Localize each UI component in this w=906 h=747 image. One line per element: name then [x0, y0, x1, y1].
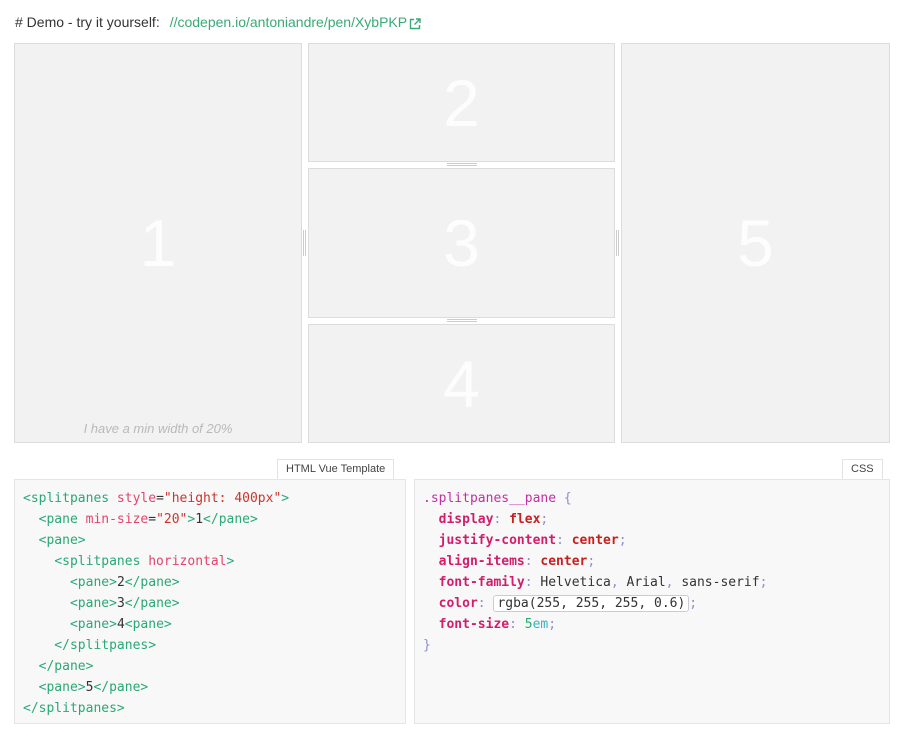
demo-label: # Demo - try it yourself: — [15, 14, 160, 30]
css-property: display — [438, 512, 494, 527]
css-punc: , — [665, 575, 674, 590]
code-token: <pane> — [69, 575, 117, 590]
code-token: </pane> — [203, 512, 258, 527]
code-token: = — [156, 491, 164, 506]
splitter-horizontal-1[interactable] — [447, 163, 477, 166]
css-punc: : — [524, 554, 533, 569]
pane-4: 4 — [308, 324, 615, 443]
code-token: 1 — [195, 512, 204, 527]
code-token: > — [281, 491, 290, 506]
code-token: <pane — [38, 512, 78, 527]
demo-heading: # Demo - try it yourself: //codepen.io/a… — [15, 14, 421, 30]
pane-3-number: 3 — [443, 206, 480, 280]
code-token: min-size — [85, 512, 149, 527]
css-punc: ; — [587, 554, 596, 569]
code-token: <splitpanes — [54, 554, 141, 569]
html-code-block: <splitpanes style="height: 400px"> <pane… — [14, 479, 406, 724]
code-token: > — [226, 554, 235, 569]
css-punc: ; — [540, 512, 549, 527]
css-punc: , — [610, 575, 619, 590]
code-line: </splitpanes> — [23, 638, 157, 653]
css-value: Arial — [626, 575, 666, 590]
css-value: center — [571, 533, 619, 548]
external-link-icon[interactable] — [409, 17, 421, 30]
css-value: center — [540, 554, 588, 569]
pane-3: 3 — [308, 168, 615, 318]
code-token: <pane> — [69, 617, 117, 632]
code-token: 4 — [116, 617, 125, 632]
pane-4-number: 4 — [443, 346, 480, 421]
code-line: </pane> — [23, 659, 94, 674]
splitter-vertical-2[interactable] — [616, 230, 619, 256]
code-token: horizontal — [148, 554, 227, 569]
css-punc: ; — [548, 617, 557, 632]
pane-5: 5 — [621, 43, 890, 443]
min-width-note: I have a min width of 20% — [83, 421, 233, 436]
css-brace: } — [423, 638, 431, 653]
css-punc: ; — [759, 575, 768, 590]
css-value: sans-serif — [681, 575, 760, 590]
css-punc: : — [477, 596, 486, 611]
code-token: </pane> — [124, 575, 180, 590]
code-line: <pane> — [23, 533, 86, 548]
code-token: </pane> — [93, 680, 149, 695]
code-token: <pane> — [124, 617, 172, 632]
css-value: Helvetica — [540, 575, 611, 590]
tab-html-vue-template: HTML Vue Template — [277, 459, 395, 479]
css-punc: : — [524, 575, 533, 590]
css-brace: { — [563, 491, 572, 506]
css-punc: : — [493, 512, 502, 527]
pane-1: 1 I have a min width of 20% — [14, 43, 302, 443]
code-token: = — [148, 512, 157, 527]
css-unit: em — [532, 617, 549, 632]
code-token: 2 — [116, 575, 125, 590]
pane-2: 2 — [308, 43, 615, 162]
css-property: align-items — [438, 554, 525, 569]
css-property: justify-content — [438, 533, 557, 548]
code-token: "20" — [156, 512, 188, 527]
code-token: <pane> — [38, 680, 86, 695]
code-token: <splitpanes — [23, 491, 110, 506]
css-color-swatch-value[interactable]: rgba(255, 255, 255, 0.6) — [493, 595, 690, 612]
pane-1-number: 1 — [139, 206, 177, 280]
splitter-horizontal-2[interactable] — [447, 319, 477, 322]
css-punc: ; — [618, 533, 627, 548]
code-line: </splitpanes> — [23, 701, 125, 716]
css-punc: ; — [689, 596, 698, 611]
pane-5-number: 5 — [737, 206, 774, 280]
splitpanes-demo: 1 I have a min width of 20% 2 3 4 5 — [14, 43, 890, 443]
code-token: <pane> — [69, 596, 117, 611]
pane-2-number: 2 — [443, 65, 480, 140]
css-property: font-size — [438, 617, 510, 632]
code-token: "height: 400px" — [163, 491, 282, 506]
css-punc: : — [556, 533, 564, 548]
css-value: flex — [509, 512, 541, 527]
splitter-vertical-1[interactable] — [303, 230, 306, 256]
css-value: 5 — [524, 617, 533, 632]
css-property: font-family — [438, 575, 525, 590]
code-token: 3 — [116, 596, 125, 611]
css-property: color — [438, 596, 478, 611]
tab-css: CSS — [842, 459, 883, 479]
css-code-block: .splitpanes__pane { display: flex; justi… — [414, 479, 890, 724]
css-selector: .splitpanes__pane — [423, 491, 557, 506]
code-token: style — [116, 491, 157, 506]
codepen-link[interactable]: //codepen.io/antoniandre/pen/XybPKP — [170, 14, 407, 30]
code-token: </pane> — [124, 596, 180, 611]
css-punc: : — [509, 617, 517, 632]
